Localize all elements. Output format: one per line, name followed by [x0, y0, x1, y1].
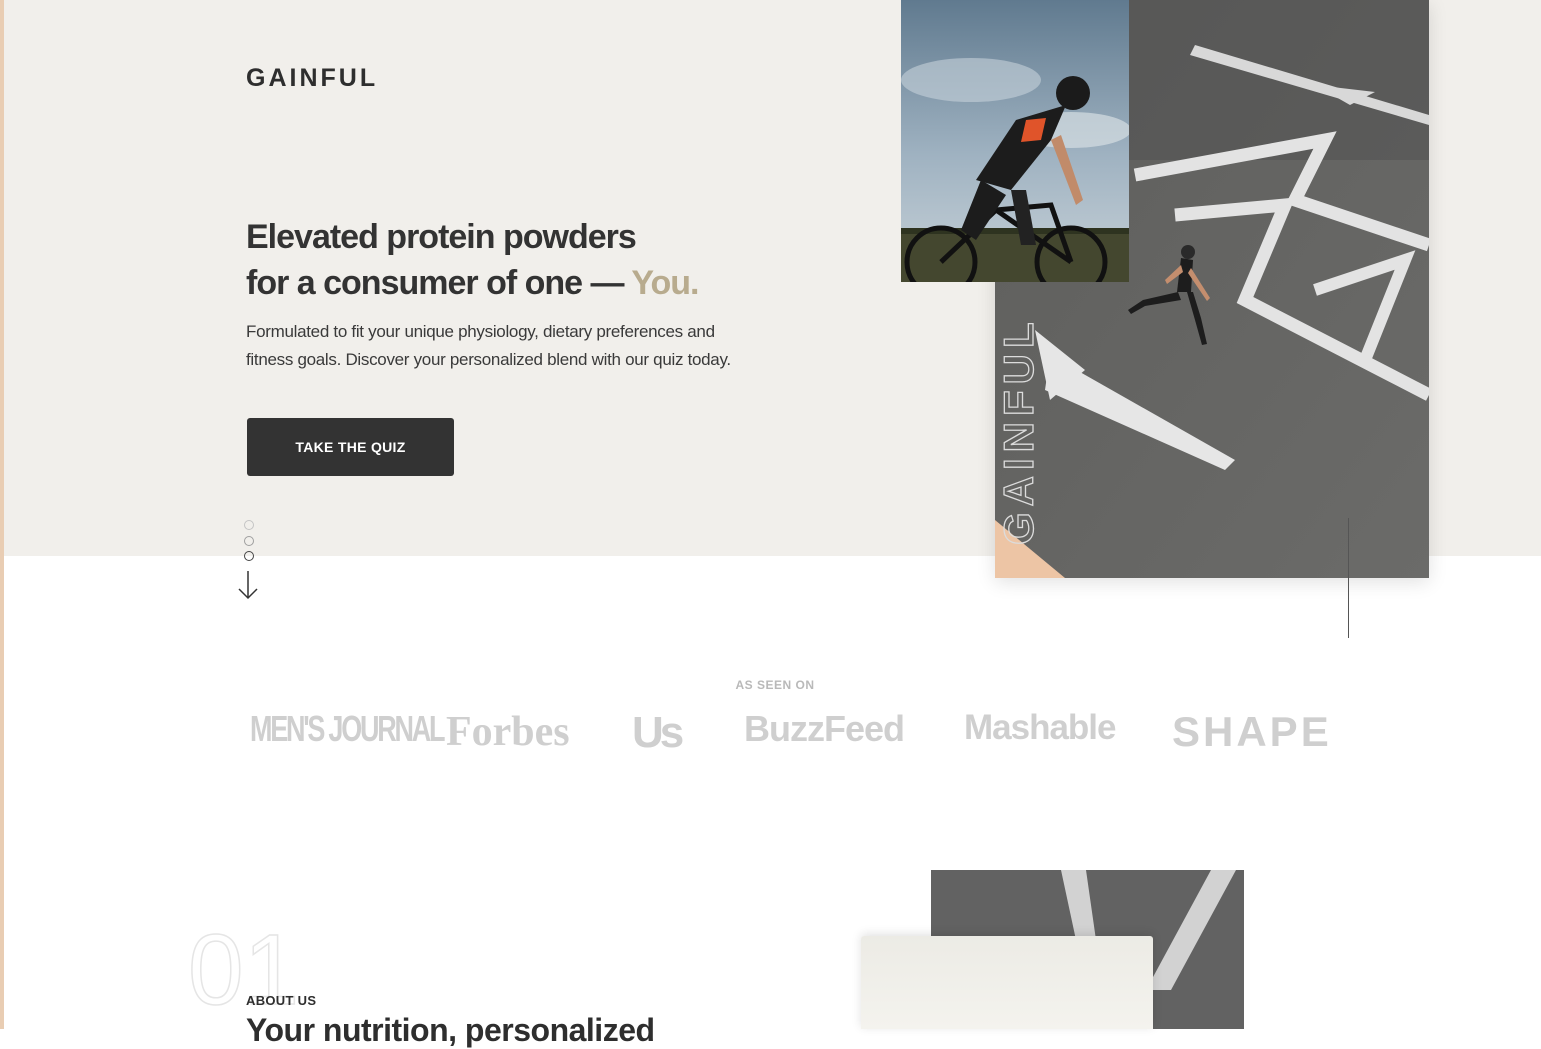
- brand-logo[interactable]: GAINFUL: [246, 64, 378, 93]
- shape-logo: SHAPE: [1172, 708, 1332, 755]
- slide-dot-1[interactable]: [244, 520, 254, 530]
- hero-subtext: Formulated to fit your unique physiology…: [246, 318, 806, 374]
- subtext-line-1: Formulated to fit your unique physiology…: [246, 322, 715, 341]
- cyclist-photo: [901, 0, 1129, 282]
- headline-line-1: Elevated protein powders: [246, 218, 637, 256]
- vertical-brand-overlay: GAINFUL: [995, 316, 1042, 545]
- decorative-line: [1348, 518, 1349, 638]
- headline-line-2: for a consumer of one —: [246, 264, 624, 302]
- hero-headline: Elevated protein powders for a consumer …: [246, 214, 866, 306]
- slide-dot-2[interactable]: [244, 536, 254, 546]
- subtext-line-2: fitness goals. Discover your personalize…: [246, 350, 731, 369]
- about-heading: Your nutrition, personalized: [246, 1012, 655, 1048]
- scroll-down-arrow-icon[interactable]: [237, 570, 259, 600]
- product-pouch: [861, 936, 1153, 1029]
- forbes-logo: Forbes: [446, 709, 570, 755]
- mens-journal-logo: MEN'S JOURNAL: [250, 708, 445, 749]
- as-seen-on-label: AS SEEN ON: [735, 678, 815, 692]
- slide-dot-3[interactable]: [244, 551, 254, 561]
- buzzfeed-logo: BuzzFeed: [744, 708, 905, 749]
- about-us-label: ABOUT US: [246, 993, 317, 1008]
- take-quiz-button[interactable]: TAKE THE QUIZ: [247, 418, 454, 476]
- mashable-logo: Mashable: [964, 708, 1116, 747]
- us-weekly-logo: Us: [632, 708, 684, 757]
- headline-accent-word: You.: [631, 264, 699, 302]
